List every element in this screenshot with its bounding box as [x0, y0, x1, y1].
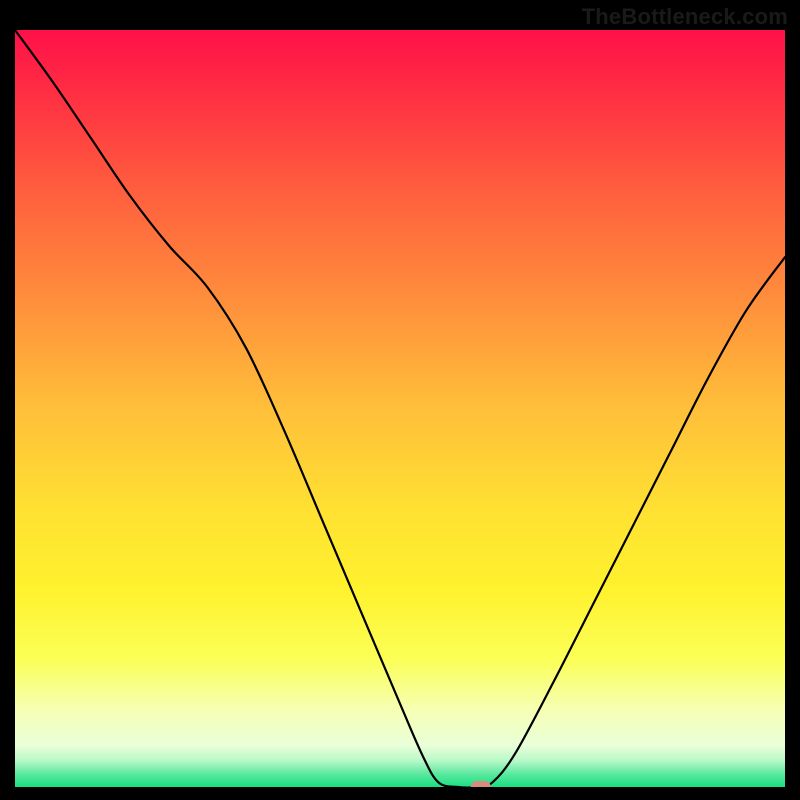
attribution-label: TheBottleneck.com — [582, 4, 788, 30]
gradient-background — [15, 30, 785, 787]
plot-area — [15, 30, 785, 787]
chart-svg — [15, 30, 785, 787]
optimal-point-marker — [471, 781, 491, 787]
chart-container: TheBottleneck.com — [0, 0, 800, 800]
